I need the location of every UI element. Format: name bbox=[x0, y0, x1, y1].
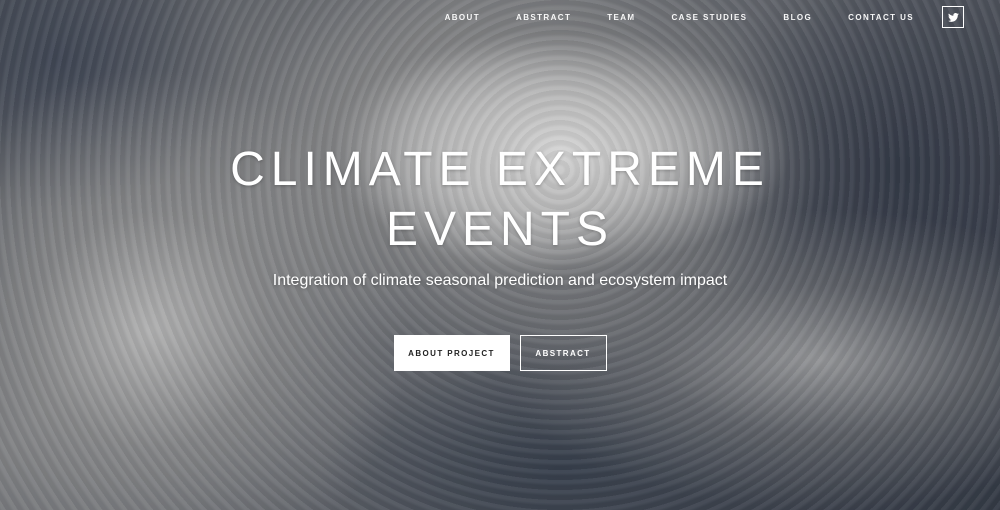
nav-link-about[interactable]: ABOUT bbox=[445, 13, 480, 22]
hero-subtitle: Integration of climate seasonal predicti… bbox=[272, 272, 728, 289]
nav-link-contact-us[interactable]: CONTACT US bbox=[848, 13, 914, 22]
hero-title: CLIMATE EXTREME EVENTS bbox=[0, 140, 1000, 260]
top-navigation: ABOUT ABSTRACT TEAM CASE STUDIES BLOG CO… bbox=[445, 0, 1000, 34]
hero-buttons: ABOUT PROJECT ABSTRACT bbox=[0, 335, 1000, 371]
hero-title-line-2: EVENTS bbox=[385, 203, 615, 256]
hero-content: CLIMATE EXTREME EVENTS Integration of cl… bbox=[0, 140, 1000, 371]
hero-title-line-1: CLIMATE EXTREME bbox=[230, 143, 770, 196]
twitter-icon bbox=[947, 12, 959, 22]
nav-link-team[interactable]: TEAM bbox=[607, 13, 635, 22]
twitter-button[interactable] bbox=[942, 6, 964, 28]
nav-link-abstract[interactable]: ABSTRACT bbox=[516, 13, 571, 22]
nav-link-case-studies[interactable]: CASE STUDIES bbox=[672, 13, 748, 22]
about-project-button[interactable]: ABOUT PROJECT bbox=[393, 335, 510, 371]
abstract-button[interactable]: ABSTRACT bbox=[519, 335, 607, 371]
nav-link-blog[interactable]: BLOG bbox=[783, 13, 812, 22]
hero-section: ABOUT ABSTRACT TEAM CASE STUDIES BLOG CO… bbox=[0, 0, 1000, 510]
